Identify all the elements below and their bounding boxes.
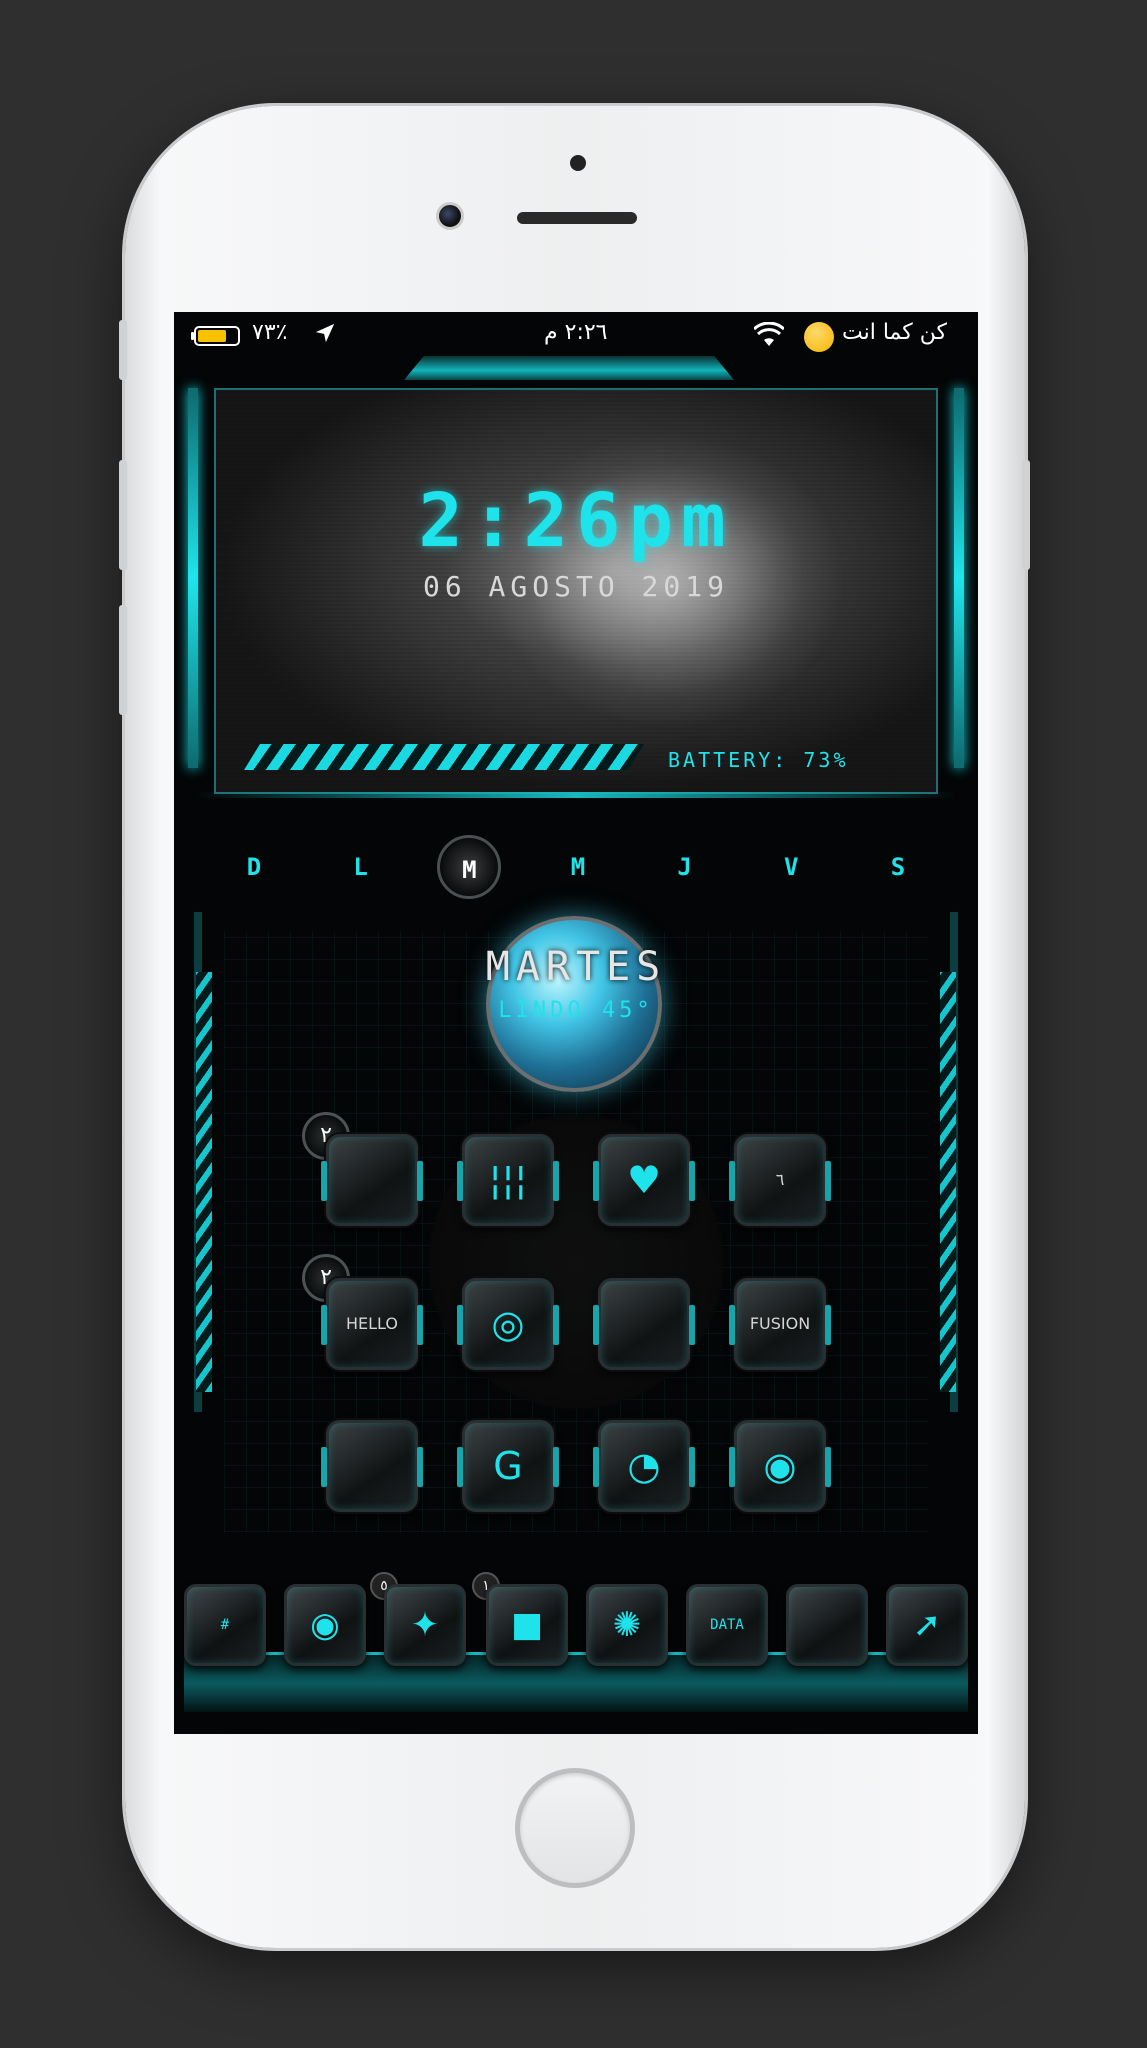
heart-icon: ♥ <box>626 1158 662 1202</box>
compass-needle-icon: ➚ <box>912 1605 942 1645</box>
keyboard-hello-text: HELLO <box>346 1314 398 1333</box>
battery-icon <box>191 326 240 346</box>
proximity-sensor <box>570 155 586 171</box>
safari-app-icon[interactable]: ➚ <box>886 1584 968 1666</box>
status-bar: ٧٣٪ ٢:٢٦ م كن كما انت <box>174 312 978 360</box>
day-monday: L <box>353 853 368 881</box>
target-app-icon[interactable]: ◎ <box>457 1278 559 1370</box>
home-button[interactable] <box>515 1768 635 1888</box>
clock-app-icon[interactable]: FUSION <box>729 1278 831 1370</box>
keypad-icon: # <box>220 1617 230 1633</box>
status-time: ٢:٢٦ م <box>544 320 608 345</box>
translate-app-icon[interactable]: G <box>457 1420 559 1512</box>
location-arrow-icon <box>315 323 335 343</box>
twitter-app-icon[interactable]: ✦ <box>384 1584 466 1666</box>
music-app-icon[interactable] <box>321 1134 423 1226</box>
day-tuesday: M <box>437 835 502 899</box>
header-glow <box>404 356 734 380</box>
camera-app-icon[interactable]: ◉ <box>729 1420 831 1512</box>
calendar-app-icon[interactable]: ٦ <box>729 1134 831 1226</box>
battery-percent: ٧٣٪ <box>252 320 288 345</box>
panel-divider <box>194 792 958 798</box>
weather-day: MARTES <box>485 944 667 990</box>
screen: ٧٣٪ ٢:٢٦ م كن كما انت 2:26pm 06 AGOSTO 2… <box>174 312 978 1734</box>
earpiece-speaker <box>517 212 637 224</box>
radar-icon: ◔ <box>627 1444 661 1488</box>
weather-condition: LINDO 45° <box>498 998 654 1023</box>
data-app-icon[interactable]: DATA <box>686 1584 768 1666</box>
phone-app-icon[interactable]: # <box>184 1584 266 1666</box>
day-sunday: D <box>246 853 262 881</box>
hazard-stripe <box>244 744 644 770</box>
day-wednesday: M <box>570 853 586 881</box>
wifi-icon <box>754 322 784 346</box>
eye-app-icon[interactable]: ◉ <box>284 1584 366 1666</box>
maps-app-icon[interactable] <box>321 1420 423 1512</box>
volume-down-button <box>119 605 127 715</box>
cube-app-icon[interactable]: ■ <box>486 1584 568 1666</box>
clock-brand-text: FUSION <box>749 1314 811 1333</box>
day-saturday: S <box>890 853 906 881</box>
weekday-row: D L M M J V S <box>214 835 938 899</box>
compass-app-icon[interactable]: ◔ <box>593 1420 695 1512</box>
eye-icon: ◉ <box>310 1605 340 1645</box>
day-friday: V <box>784 853 799 881</box>
data-label: DATA <box>710 1617 744 1633</box>
sunburst-app-icon[interactable]: ✺ <box>586 1584 668 1666</box>
keyboard-app-icon[interactable]: HELLO <box>321 1278 423 1370</box>
google-g-icon: G <box>493 1444 523 1488</box>
mute-switch <box>119 320 127 380</box>
day-thursday: J <box>677 853 692 881</box>
carrier-name: كن كما انت <box>842 320 947 345</box>
target-icon: ◎ <box>491 1302 525 1346</box>
power-button <box>1022 460 1030 570</box>
hugging-emoji-icon <box>804 322 834 352</box>
sunburst-icon: ✺ <box>612 1605 642 1645</box>
bird-icon: ✦ <box>410 1605 440 1645</box>
calendar-day-number: ٦ <box>775 1170 785 1189</box>
volume-up-button <box>119 460 127 570</box>
bars-icon: ¦¦¦ <box>488 1158 528 1202</box>
widget-date: 06 AGOSTO 2019 <box>422 570 729 603</box>
front-camera <box>436 202 464 230</box>
right-stripe <box>940 972 956 1392</box>
app-store-icon[interactable] <box>593 1278 695 1370</box>
bars-app-icon[interactable]: ¦¦¦ <box>457 1134 559 1226</box>
cube-icon: ■ <box>510 1605 544 1645</box>
heart-app-icon[interactable]: ♥ <box>593 1134 695 1226</box>
widget-battery: BATTERY: 73% <box>668 748 849 772</box>
left-stripe <box>196 972 212 1392</box>
aperture-icon: ◉ <box>763 1444 797 1488</box>
widget-time: 2:26pm <box>418 478 734 564</box>
apple-app-icon[interactable] <box>786 1584 868 1666</box>
